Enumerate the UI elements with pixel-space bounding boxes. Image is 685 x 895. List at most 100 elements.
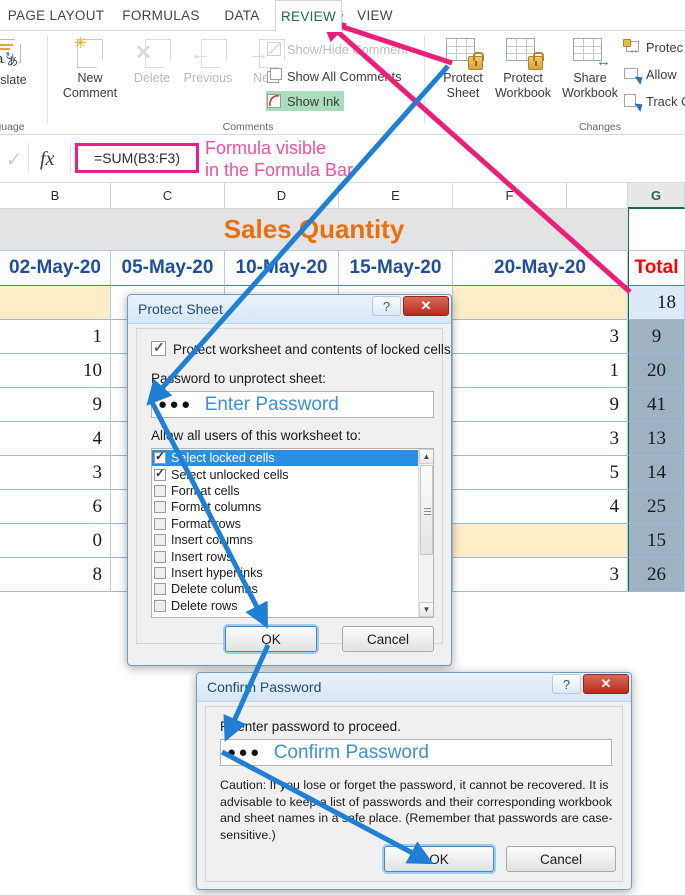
protect-sheet-ok-button[interactable]: OK [225, 626, 317, 652]
sheet-cell[interactable]: 3 [453, 422, 628, 456]
sheet-cell[interactable]: 3 [453, 558, 628, 592]
title-row-blank-cell[interactable] [628, 209, 685, 251]
protect-sheet-button[interactable]: Protect Sheet [431, 37, 495, 101]
close-icon[interactable]: ✕ [403, 296, 449, 316]
total-cell[interactable]: 20 [628, 354, 685, 388]
tab-page-layout[interactable]: PAGE LAYOUT [2, 0, 110, 31]
permissions-listbox[interactable]: Select locked cellsSelect unlocked cells… [151, 448, 434, 618]
permission-list-item[interactable]: Delete columns [152, 581, 418, 597]
sheet-cell[interactable]: 6 [0, 490, 111, 524]
tab-review[interactable]: REVIEW [275, 0, 342, 32]
sheet-cell[interactable] [453, 286, 628, 320]
column-header-f2[interactable] [567, 183, 628, 209]
total-header-cell[interactable]: Total [628, 251, 685, 286]
show-all-comments-command[interactable]: Show All Comments [266, 66, 402, 86]
show-ink-command[interactable]: Show Ink [266, 91, 344, 111]
sheet-cell[interactable]: 0 [0, 524, 111, 558]
protect-worksheet-checkbox[interactable] [151, 339, 166, 356]
close-icon[interactable]: ✕ [583, 674, 629, 694]
sheet-cell[interactable]: 9 [0, 388, 111, 422]
permission-list-item[interactable]: Format rows [152, 516, 418, 532]
column-header-d[interactable]: D [225, 183, 339, 209]
permission-list-item[interactable]: Insert hyperlinks [152, 565, 418, 581]
permission-list-item[interactable]: Delete rows [152, 598, 418, 614]
sheet-cell[interactable]: 1 [453, 354, 628, 388]
date-header-cell[interactable]: 15-May-20 [339, 251, 453, 286]
help-button[interactable]: ? [552, 674, 581, 694]
tab-data[interactable]: DATA [212, 0, 272, 31]
help-button[interactable]: ? [372, 296, 401, 316]
confirm-password-ok-button[interactable]: OK [384, 846, 494, 872]
permission-checkbox[interactable] [154, 550, 166, 563]
total-cell[interactable]: 25 [628, 490, 685, 524]
total-cell[interactable]: 15 [628, 524, 685, 558]
total-cell[interactable]: 14 [628, 456, 685, 490]
column-header-e[interactable]: E [339, 183, 453, 209]
permission-list-item[interactable]: Insert columns [152, 532, 418, 548]
sheet-cell[interactable]: 8 [0, 558, 111, 592]
permission-checkbox[interactable] [154, 583, 166, 596]
permission-list-item[interactable]: Select locked cells [152, 449, 418, 467]
permission-list-item[interactable]: Format columns [152, 499, 418, 515]
permission-checkbox[interactable] [154, 566, 166, 579]
translate-button[interactable]: a あ ↻ nslate [0, 39, 42, 88]
total-cell[interactable]: 18 [628, 286, 685, 320]
column-header-b[interactable]: B [0, 183, 111, 209]
permission-list-item[interactable]: Insert rows [152, 548, 418, 564]
date-header-cell[interactable]: 05-May-20 [111, 251, 225, 286]
allow-users-command[interactable]: Allow [623, 64, 677, 85]
permission-checkbox[interactable] [154, 466, 166, 481]
sheet-title-row[interactable]: Sales Quantity [0, 209, 628, 251]
sheet-cell[interactable]: 3 [453, 320, 628, 354]
checkmark-icon[interactable]: ✓ [6, 149, 22, 172]
date-header-cell[interactable]: 20-May-20 [453, 251, 628, 286]
show-hide-comment-command[interactable]: Show/Hide Comment [266, 39, 408, 59]
total-cell[interactable]: 13 [628, 422, 685, 456]
confirm-password-cancel-button[interactable]: Cancel [506, 846, 616, 872]
track-changes-command[interactable]: Track C [623, 91, 685, 112]
sheet-cell[interactable] [453, 524, 628, 558]
sheet-cell[interactable]: 4 [0, 422, 111, 456]
protect-sheet-cancel-button[interactable]: Cancel [342, 626, 434, 652]
permission-checkbox[interactable] [154, 517, 166, 530]
delete-comment-button[interactable]: ✕ Delete [120, 37, 184, 86]
dialog-titlebar[interactable]: Confirm Password ? ✕ [197, 673, 631, 702]
tab-formulas[interactable]: FORMULAS [113, 0, 209, 31]
total-cell[interactable]: 26 [628, 558, 685, 592]
protect-sheet-password-input[interactable]: ●●● Enter Password [151, 391, 434, 418]
scroll-down-icon[interactable]: ▼ [419, 602, 433, 617]
permission-checkbox[interactable] [154, 484, 166, 497]
permission-list-item[interactable]: Format cells [152, 483, 418, 499]
sheet-cell[interactable]: 4 [453, 490, 628, 524]
confirm-password-dialog[interactable]: Confirm Password ? ✕ Reenter password to… [196, 672, 632, 890]
sheet-cell[interactable]: 10 [0, 354, 111, 388]
sheet-cell[interactable]: 5 [453, 456, 628, 490]
permission-checkbox[interactable] [154, 449, 166, 465]
protect-share-workbook-command[interactable]: ↔ Protec [623, 37, 683, 57]
total-cell[interactable]: 41 [628, 388, 685, 422]
listbox-scrollbar[interactable]: ▲ ▼ [418, 449, 433, 617]
share-workbook-button[interactable]: ↔ Share Workbook [558, 37, 622, 101]
confirm-password-input[interactable]: ●●● Confirm Password [220, 739, 612, 766]
protect-sheet-dialog[interactable]: Protect Sheet ? ✕ Protect worksheet and … [127, 294, 452, 666]
new-comment-button[interactable]: ✳ New Comment [58, 36, 122, 101]
total-cell[interactable]: 9 [628, 320, 685, 354]
permission-checkbox[interactable] [154, 599, 166, 612]
sheet-cell[interactable] [0, 286, 111, 320]
previous-comment-button[interactable]: ← Previous [176, 37, 240, 86]
date-header-cell[interactable]: 10-May-20 [225, 251, 339, 286]
column-header-f[interactable]: F [453, 183, 567, 209]
dialog-titlebar[interactable]: Protect Sheet ? ✕ [128, 295, 451, 324]
permission-checkbox[interactable] [154, 534, 166, 547]
scrollbar-thumb[interactable] [420, 465, 433, 555]
protect-workbook-button[interactable]: Protect Workbook [491, 37, 555, 101]
tab-view[interactable]: VIEW [348, 0, 402, 31]
fx-icon[interactable]: fx [40, 148, 54, 171]
permission-checkbox[interactable] [154, 501, 166, 514]
column-header-c[interactable]: C [111, 183, 225, 209]
date-header-cell[interactable]: 02-May-20 [0, 251, 111, 286]
formula-input[interactable]: =SUM(B3:F3) [75, 143, 199, 173]
scroll-up-icon[interactable]: ▲ [419, 449, 433, 464]
sheet-cell[interactable]: 1 [0, 320, 111, 354]
sheet-cell[interactable]: 3 [0, 456, 111, 490]
